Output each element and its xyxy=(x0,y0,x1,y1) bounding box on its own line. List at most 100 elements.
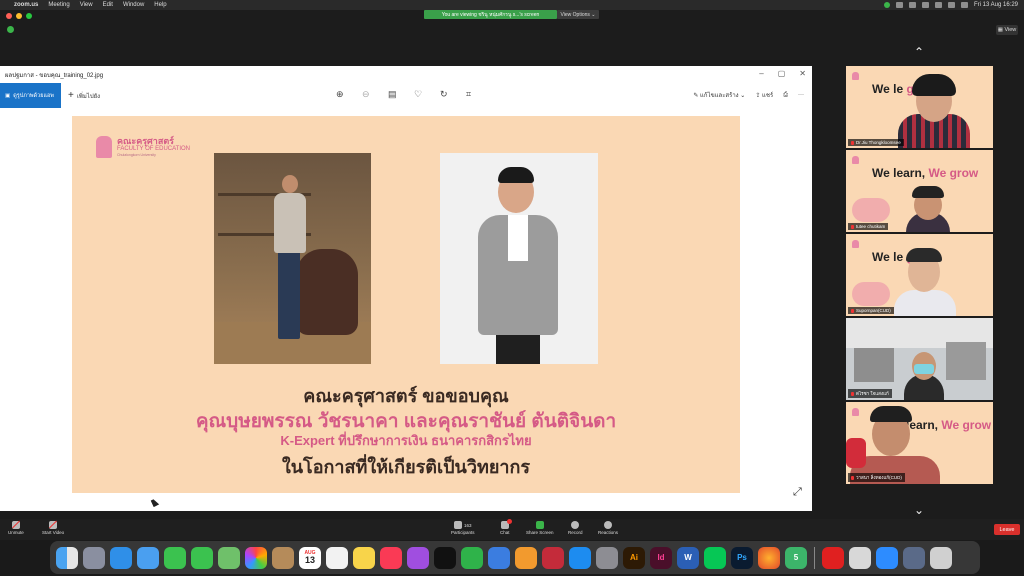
firefox-icon[interactable] xyxy=(758,546,780,569)
photos-toolbar: ▣ ดูรูปภาพด้วยแอพ + เพิ่มไปยัง ⊕ ⊖ ▤ ♡ ↻… xyxy=(0,83,812,108)
view-layout-button[interactable]: ▦ View xyxy=(996,25,1018,35)
add-to-button[interactable]: + เพิ่มไปยัง xyxy=(68,90,100,101)
maps-icon[interactable] xyxy=(218,546,240,569)
control-center-icon[interactable] xyxy=(960,2,968,8)
messages-icon[interactable] xyxy=(191,546,213,569)
launchpad-icon[interactable] xyxy=(83,546,105,569)
menu-tray: Fri 13 Aug 16:29 xyxy=(883,2,1018,8)
minimize-window-icon[interactable] xyxy=(16,13,22,19)
menu-edit[interactable]: Edit xyxy=(103,2,113,8)
zoom-status-icon[interactable] xyxy=(883,2,890,8)
mail-icon[interactable] xyxy=(137,546,159,569)
muted-mic-icon xyxy=(851,140,854,145)
unmute-button[interactable]: Unmute xyxy=(8,521,24,535)
speaker-photo-1 xyxy=(214,153,371,364)
more-options-icon[interactable]: ··· xyxy=(798,92,804,98)
video-tile[interactable]: We learn, We grow tutee chutikam xyxy=(846,150,993,232)
favorite-heart-icon[interactable]: ♡ xyxy=(414,90,422,99)
menu-app-name[interactable]: zoom.us xyxy=(14,2,38,8)
illustrator-icon[interactable]: Ai xyxy=(623,546,645,569)
facetime-icon[interactable] xyxy=(164,546,186,569)
crop-icon[interactable]: ⌗ xyxy=(466,90,471,99)
unmute-label: Unmute xyxy=(8,530,24,535)
record-button[interactable]: Record xyxy=(568,521,583,535)
mac-menu-bar: zoom.us Meeting View Edit Window Help Fr… xyxy=(0,0,1024,10)
word-icon[interactable]: W xyxy=(677,546,699,569)
indesign-icon[interactable]: Id xyxy=(650,546,672,569)
photo-filename: ผลปฐมกาส - ขอบคุณ_training_02.jpg xyxy=(5,72,104,79)
print-icon[interactable]: ⎙ xyxy=(783,92,788,99)
numbers-5-icon[interactable]: 5 xyxy=(785,546,807,569)
reminders-icon[interactable] xyxy=(326,546,348,569)
chat-button[interactable]: Chat xyxy=(500,519,512,535)
zoom-out-icon[interactable]: ⊖ xyxy=(362,90,370,99)
music-icon[interactable] xyxy=(380,546,402,569)
participants-button[interactable]: 163 Participants xyxy=(451,521,475,535)
tray-icon[interactable] xyxy=(895,2,903,8)
participant-name: ดไรซา ใจแสงแก้ xyxy=(848,389,892,398)
close-icon[interactable]: ✕ xyxy=(799,69,806,78)
gallery-down-icon[interactable]: ⌄ xyxy=(912,504,926,516)
start-video-label: Start Video xyxy=(42,530,65,535)
edit-create-menu[interactable]: ✎ แก้ไขและสร้าง ⌄ xyxy=(693,90,745,100)
acrobat-icon[interactable] xyxy=(822,546,844,569)
numbers-icon[interactable] xyxy=(461,546,483,569)
system-preferences-icon[interactable] xyxy=(596,546,618,569)
menu-meeting[interactable]: Meeting xyxy=(48,2,69,8)
menu-window[interactable]: Window xyxy=(123,2,144,8)
participant-name: tutee chutikam xyxy=(848,223,889,230)
speaker-photo-2 xyxy=(440,153,598,364)
delete-icon[interactable]: ▤ xyxy=(388,90,397,99)
contacts-icon[interactable] xyxy=(272,546,294,569)
finder-icon[interactable] xyxy=(56,546,78,569)
reactions-button[interactable]: Reactions xyxy=(598,521,618,535)
menu-view[interactable]: View xyxy=(80,2,93,8)
safari-icon[interactable] xyxy=(110,546,132,569)
shared-screen-photos-app: ผลปฐมกาส - ขอบคุณ_training_02.jpg – ▢ ✕ … xyxy=(0,66,812,511)
gallery-up-icon[interactable]: ⌃ xyxy=(912,46,926,58)
expand-icon[interactable]: ⤢ xyxy=(793,486,802,499)
wifi-icon[interactable] xyxy=(934,2,942,8)
leave-button[interactable]: Leave xyxy=(994,524,1020,535)
view-with-app-label: ดูรูปภาพด้วยแอพ xyxy=(13,92,54,99)
video-tile[interactable]: We le grow Supornpan(CUD) xyxy=(846,234,993,316)
preview-icon[interactable] xyxy=(849,546,871,569)
video-tile[interactable]: ดไรซา ใจแสงแก้ xyxy=(846,318,993,400)
view-options-button[interactable]: View Options ⌄ xyxy=(557,10,599,19)
maximize-icon[interactable]: ▢ xyxy=(778,69,786,78)
photos-icon[interactable] xyxy=(245,546,267,569)
photos-titlebar: ผลปฐมกาส - ขอบคุณ_training_02.jpg – ▢ ✕ xyxy=(0,66,812,83)
photoshop-icon[interactable]: Ps xyxy=(731,546,753,569)
notes-icon[interactable] xyxy=(353,546,375,569)
close-window-icon[interactable] xyxy=(6,13,12,19)
start-video-button[interactable]: Start Video xyxy=(42,521,64,535)
calendar-icon[interactable]: AUG 13 xyxy=(299,546,321,569)
zoom-app-icon[interactable] xyxy=(876,546,898,569)
zoom-in-icon[interactable]: ⊕ xyxy=(336,90,344,99)
app-store-icon[interactable] xyxy=(569,546,591,569)
apple-tv-icon[interactable] xyxy=(434,546,456,569)
mouse-cursor-icon xyxy=(150,498,160,507)
rotate-icon[interactable]: ↻ xyxy=(440,90,448,99)
search-icon[interactable] xyxy=(947,2,955,8)
menu-clock[interactable]: Fri 13 Aug 16:29 xyxy=(974,2,1018,8)
video-tile[interactable]: learn, We grow วาสนา ลิ่งทองแก้(CUD) xyxy=(846,402,993,484)
security-shield-icon[interactable] xyxy=(7,26,14,33)
bluetooth-icon[interactable] xyxy=(921,2,929,8)
screen-sharing-icon[interactable] xyxy=(903,546,925,569)
fullscreen-window-icon[interactable] xyxy=(26,13,32,19)
podcasts-icon[interactable] xyxy=(407,546,429,569)
view-with-app-button[interactable]: ▣ ดูรูปภาพด้วยแอพ xyxy=(0,83,61,108)
keynote-icon[interactable] xyxy=(488,546,510,569)
line-icon[interactable] xyxy=(704,546,726,569)
trash-icon[interactable] xyxy=(930,546,952,569)
share-button[interactable]: ⇪ แชร์ xyxy=(755,90,773,100)
record-label: Record xyxy=(568,530,583,535)
menu-help[interactable]: Help xyxy=(154,2,166,8)
tray-icon[interactable] xyxy=(908,2,916,8)
share-screen-button[interactable]: Share Screen xyxy=(526,521,554,535)
photo-booth-icon[interactable] xyxy=(542,546,564,569)
pages-icon[interactable] xyxy=(515,546,537,569)
minimize-icon[interactable]: – xyxy=(759,69,763,78)
video-tile[interactable]: We le grow Dr.Jiu Thongkloomsee xyxy=(846,66,993,148)
